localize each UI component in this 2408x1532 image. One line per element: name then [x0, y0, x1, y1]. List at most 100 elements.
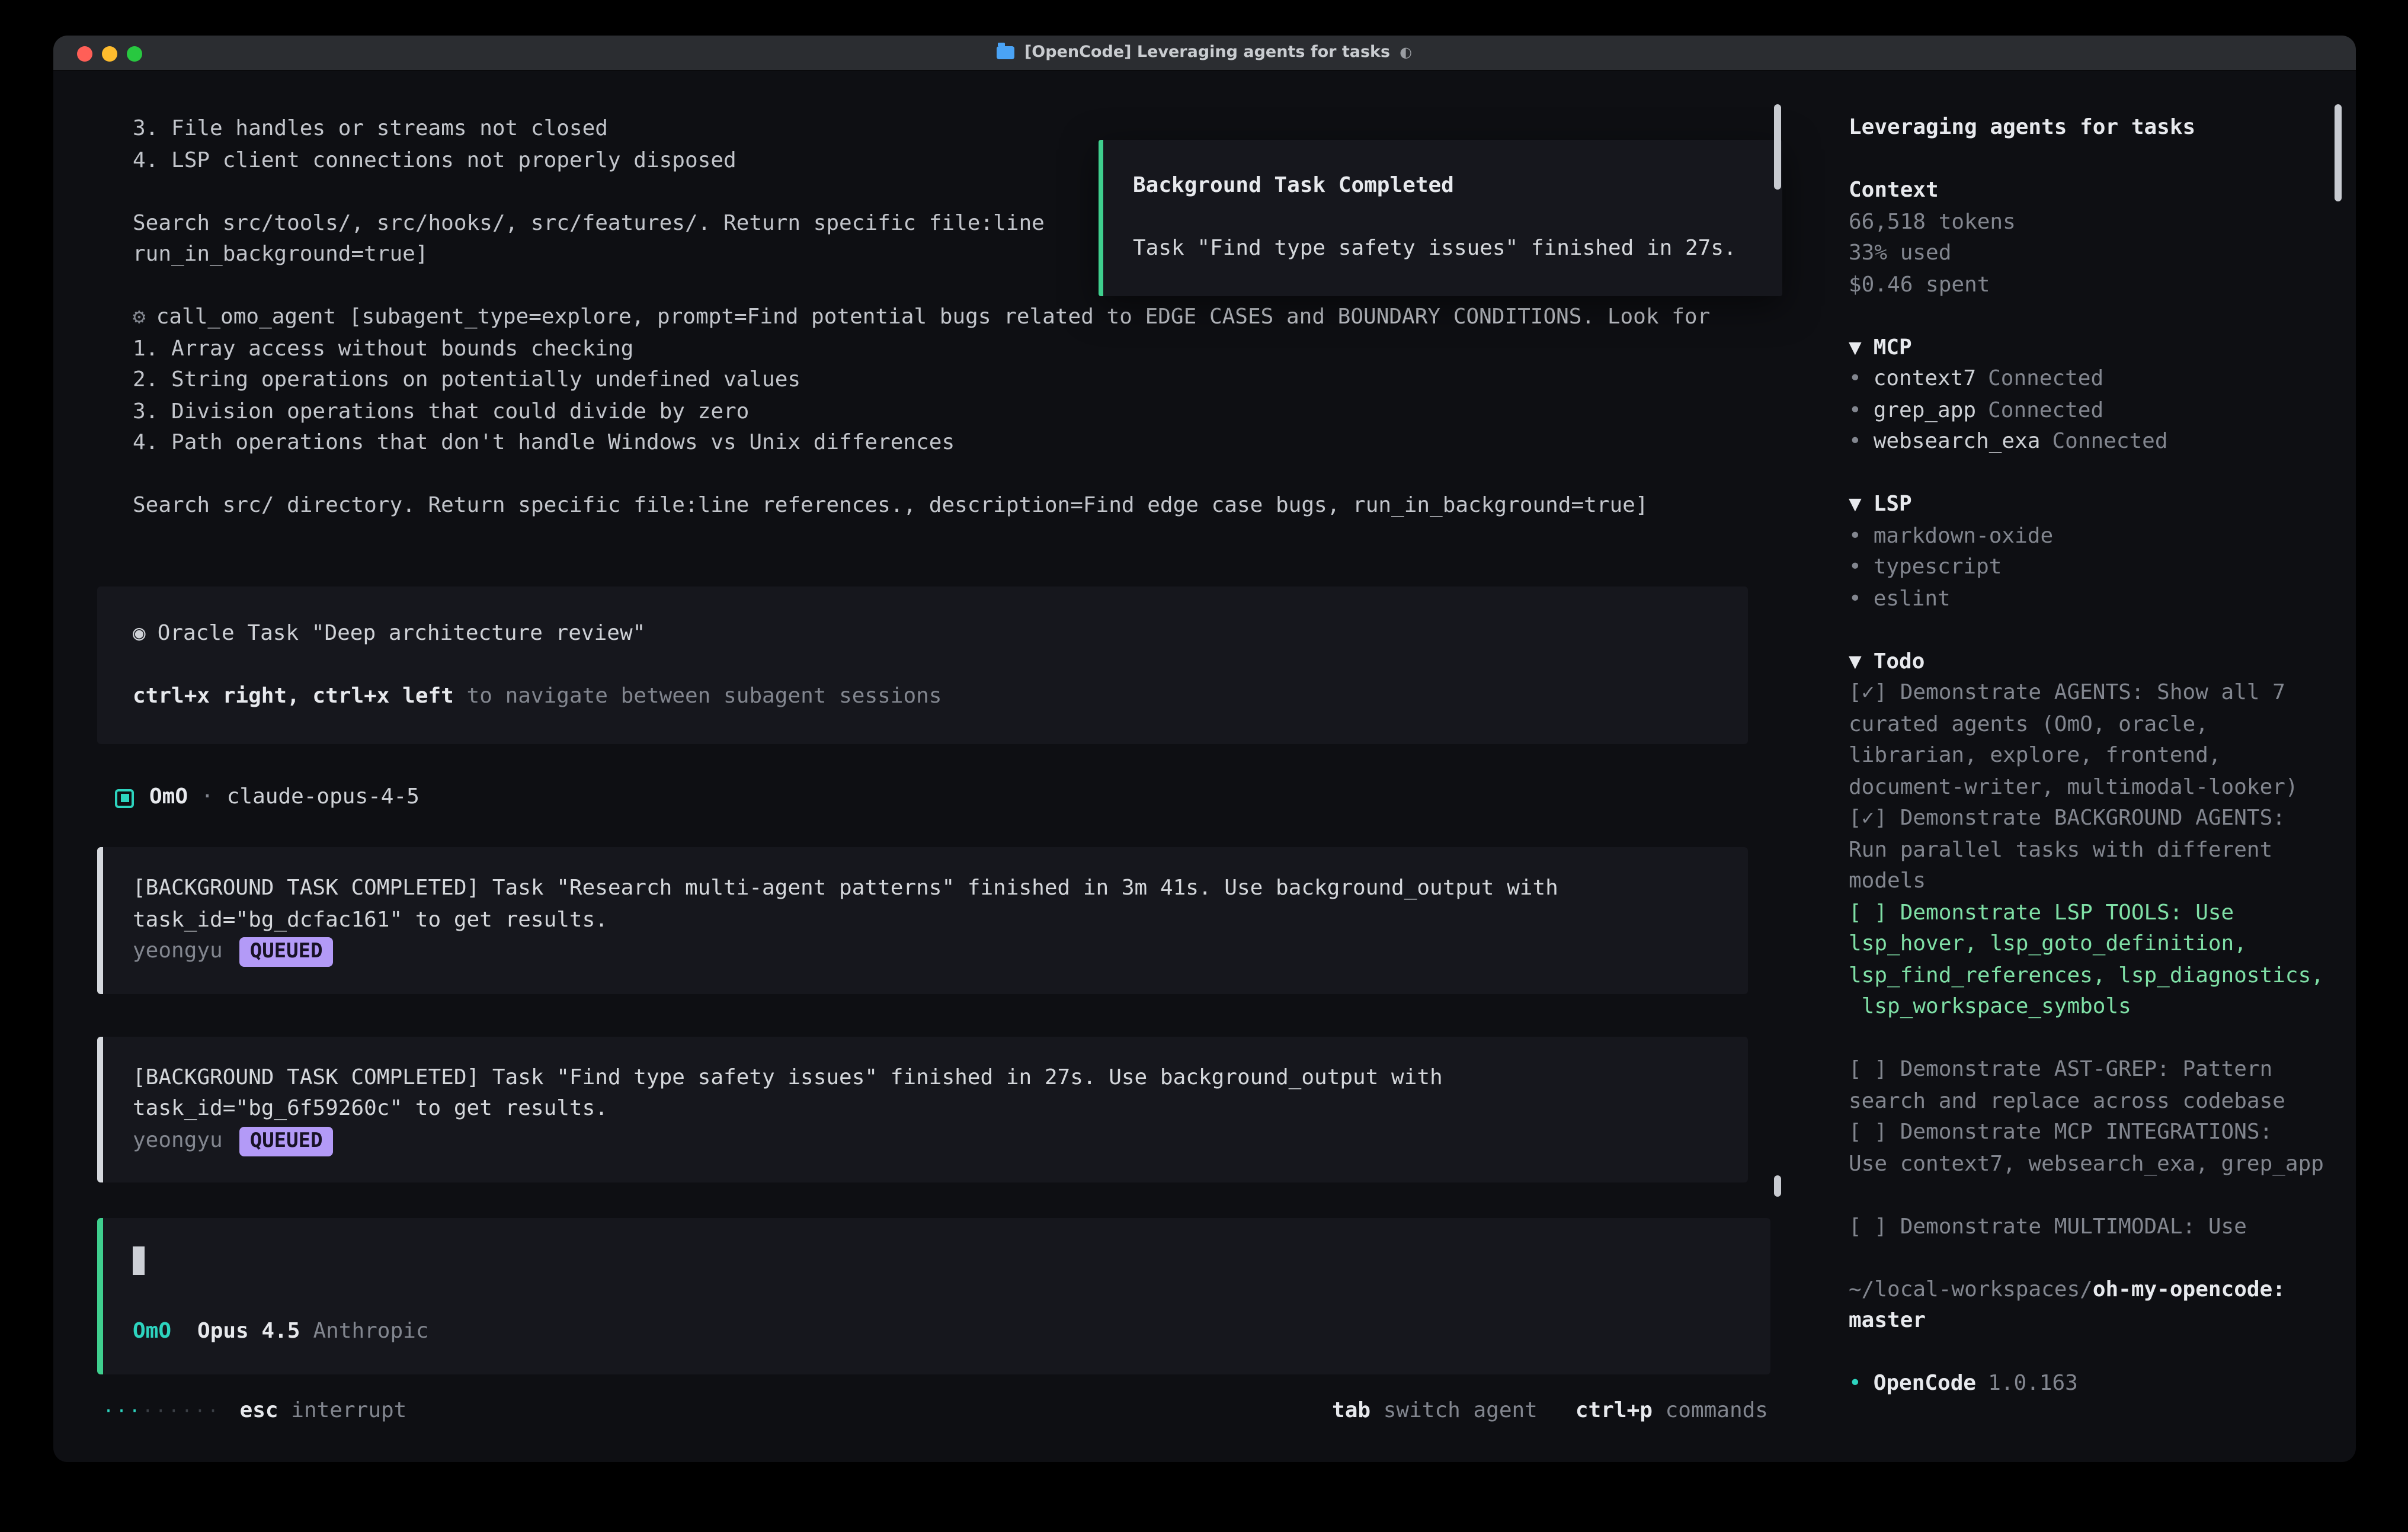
status-bar-left: ········· esc interrupt — [103, 1395, 406, 1427]
scrollbar-thumb[interactable] — [1774, 104, 1781, 190]
todo-item: [ ] Demonstrate AST-GREP: Pattern search… — [1849, 1055, 2332, 1117]
blank-line — [133, 459, 1783, 491]
traffic-lights — [77, 36, 142, 71]
log-line: 4. Path operations that don't handle Win… — [133, 428, 1783, 459]
message-text: [BACKGROUND TASK COMPLETED] Task "Find t… — [133, 1062, 1724, 1094]
message-text: task_id="bg_dcfac161" to get results. — [133, 905, 1724, 936]
log-line: 1. Array access without bounds checking — [133, 334, 1783, 365]
version-number: 1.0.163 — [1988, 1371, 2078, 1396]
screen: [OpenCode] Leveraging agents for tasks ◐… — [0, 0, 2408, 1532]
bullet-icon: • — [1849, 398, 1862, 422]
input-line — [133, 1244, 1747, 1285]
status-bar-right: tab switch agent ctrl+p commands — [1332, 1395, 1768, 1427]
todo-item: [ ] Demonstrate MULTIMODAL: Use — [1849, 1212, 2332, 1243]
blank-line — [133, 649, 1724, 681]
esc-hint: esc interrupt — [240, 1395, 407, 1427]
todo-item: [ ] Demonstrate LSP TOOLS: Use lsp_hover… — [1849, 898, 2332, 1023]
collapse-arrow-icon: ▼ — [1849, 649, 1862, 674]
separator-dot: · — [201, 783, 214, 814]
mcp-item: •websearch_exaConnected — [1849, 427, 2332, 458]
lsp-section-heading[interactable]: ▼LSP — [1849, 489, 2332, 521]
folder-icon — [997, 46, 1015, 59]
todo-item: [ ] Demonstrate MCP INTEGRATIONS: Use co… — [1849, 1117, 2332, 1180]
mcp-section-heading[interactable]: ▼MCP — [1849, 332, 2332, 364]
text-cursor — [133, 1246, 145, 1275]
active-model-name[interactable]: Opus 4.5 — [197, 1316, 300, 1348]
blank-line — [133, 1285, 1747, 1316]
workspace-path: ~/local-workspaces/oh-my-opencode: — [1849, 1274, 2332, 1306]
blank-line — [1133, 202, 1763, 233]
commands-hint: ctrl+p commands — [1576, 1395, 1768, 1427]
agent-header: OmO · claude-opus-4-5 — [115, 782, 1783, 814]
oracle-task-card: ◉Oracle Task "Deep architecture review" … — [97, 586, 1748, 744]
window-title: [OpenCode] Leveraging agents for tasks ◐ — [997, 37, 1412, 69]
terminal-window: [OpenCode] Leveraging agents for tasks ◐… — [53, 36, 2356, 1462]
log-line: 3. Division operations that could divide… — [133, 396, 1783, 428]
spinner-dots-rest: ······ — [142, 1400, 220, 1421]
toast-body: Task "Find type safety issues" finished … — [1133, 233, 1763, 265]
bullet-icon: • — [1849, 555, 1862, 579]
toast-title: Background Task Completed — [1133, 171, 1763, 202]
bullet-icon: • — [1849, 586, 1862, 611]
zoom-button[interactable] — [127, 46, 142, 61]
sidebar: Leveraging agents for tasks Context 66,5… — [1783, 71, 2356, 1461]
blank-line — [1849, 144, 2332, 175]
context-heading: Context — [1849, 175, 2332, 207]
collapse-arrow-icon: ▼ — [1849, 335, 1862, 360]
bullet-icon: • — [1849, 429, 1862, 454]
message-author: yeongyu — [133, 938, 223, 963]
lsp-item: •markdown-oxide — [1849, 521, 2332, 552]
notification-toast: Background Task Completed Task "Find typ… — [1099, 140, 1782, 296]
log-line: Search src/ directory. Return specific f… — [133, 491, 1783, 522]
hint-keys: ctrl+x right, ctrl+x left — [133, 683, 454, 708]
blank-line — [1849, 1023, 2332, 1055]
titlebar: [OpenCode] Leveraging agents for tasks ◐ — [53, 36, 2356, 71]
todo-item: [✓] Demonstrate AGENTS: Show all 7 curat… — [1849, 678, 2332, 803]
session-title: Leveraging agents for tasks — [1849, 113, 2332, 144]
app-name: OpenCode — [1874, 1371, 1976, 1396]
spinner-dots: ········· — [103, 1395, 221, 1427]
lsp-item: •eslint — [1849, 584, 2332, 615]
tab-hint: tab switch agent — [1332, 1395, 1538, 1427]
scrollbar-thumb[interactable] — [1774, 1175, 1781, 1197]
blank-line — [1849, 458, 2332, 489]
todo-section-heading[interactable]: ▼Todo — [1849, 646, 2332, 678]
status-badge: QUEUED — [239, 937, 334, 967]
message-text: [BACKGROUND TASK COMPLETED] Task "Resear… — [133, 873, 1724, 905]
window-title-text: [OpenCode] Leveraging agents for tasks — [1024, 37, 1390, 69]
window-content: 3. File handles or streams not closed 4.… — [53, 71, 2356, 1461]
hint-text: to navigate between subagent sessions — [454, 683, 942, 708]
bullet-icon: • — [1849, 523, 1862, 548]
bullet-icon: • — [1849, 366, 1862, 391]
blank-line — [1849, 1180, 2332, 1212]
tool-call-text: call_omo_agent [subagent_type=explore, p… — [156, 305, 1711, 329]
progress-icon: ◐ — [1400, 37, 1412, 69]
message-author: yeongyu — [133, 1127, 223, 1152]
minimize-button[interactable] — [102, 46, 117, 61]
blank-line — [1849, 301, 2332, 332]
status-badge: QUEUED — [239, 1126, 334, 1156]
context-tokens: 66,518 tokens — [1849, 207, 2332, 238]
gear-icon: ⚙ — [133, 305, 146, 329]
active-agent-name: OmO — [133, 1316, 171, 1348]
context-spent: $0.46 spent — [1849, 270, 2332, 301]
blank-line — [1849, 615, 2332, 646]
todo-item: [✓] Demonstrate BACKGROUND AGENTS: Run p… — [1849, 803, 2332, 898]
log-line: 2. String operations on potentially unde… — [133, 365, 1783, 396]
close-button[interactable] — [77, 46, 92, 61]
conversation-pane: 3. File handles or streams not closed 4.… — [53, 71, 1783, 1461]
collapse-arrow-icon: ▼ — [1849, 492, 1862, 517]
scrollbar-thumb[interactable] — [2335, 104, 2342, 201]
bullet-icon: • — [1849, 1371, 1862, 1396]
message-card: [BACKGROUND TASK COMPLETED] Task "Resear… — [97, 847, 1748, 993]
message-card: [BACKGROUND TASK COMPLETED] Task "Find t… — [97, 1036, 1748, 1182]
fisheye-icon: ◉ — [133, 620, 146, 645]
message-meta: yeongyu QUEUED — [133, 1125, 1724, 1156]
prompt-input[interactable]: OmO Opus 4.5 Anthropic — [97, 1218, 1770, 1374]
provider-name: Anthropic — [313, 1316, 428, 1348]
message-meta: yeongyu QUEUED — [133, 936, 1724, 967]
agent-model: claude-opus-4-5 — [227, 783, 420, 814]
mcp-item: •grep_appConnected — [1849, 395, 2332, 427]
spinner-dots-active: ··· — [103, 1400, 142, 1421]
agent-name: OmO — [149, 783, 188, 814]
